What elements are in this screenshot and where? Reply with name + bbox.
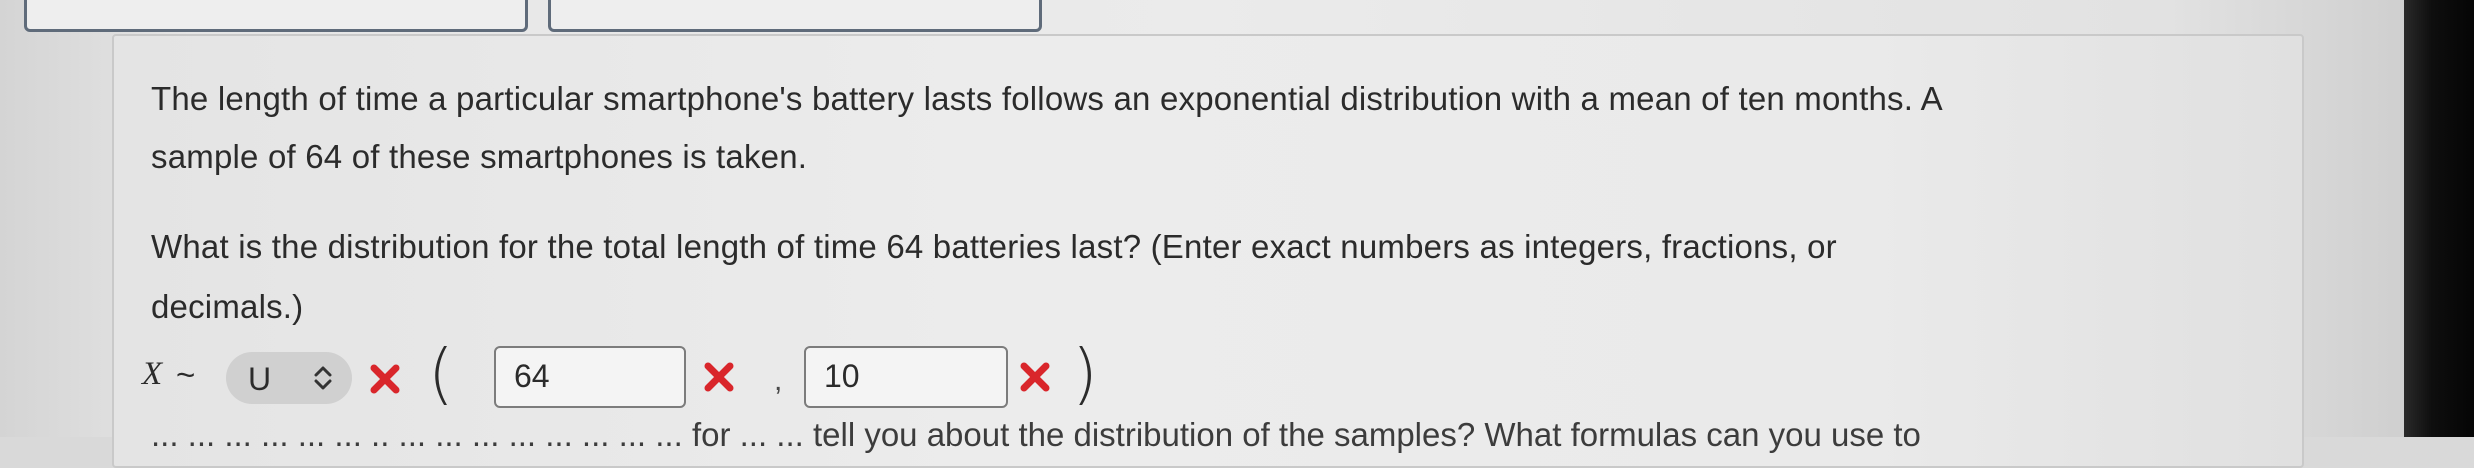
answer-row: X ~ U ( 64 , 10 ) — [142, 338, 1142, 410]
question-text-line: The length of time a particular smartpho… — [151, 80, 1943, 117]
incorrect-x-icon — [370, 364, 400, 394]
top-input-box-2[interactable] — [548, 0, 1042, 32]
question-text-line: sample of 64 of these smartphones is tak… — [151, 138, 808, 175]
parameter-1-value: 64 — [514, 358, 550, 394]
tilde-symbol: ~ — [176, 356, 196, 393]
comma-separator: , — [774, 364, 783, 397]
incorrect-x-icon — [704, 362, 734, 392]
up-down-chevron-icon — [314, 366, 332, 390]
question-text-line-cutoff: ... ... ... ... ... ... .. ... ... ... .… — [151, 416, 1921, 453]
incorrect-x-icon — [1020, 362, 1050, 392]
distribution-select[interactable]: U — [226, 352, 352, 404]
random-variable-label: X — [142, 356, 163, 392]
question-text-line: What is the distribution for the total l… — [151, 228, 1837, 265]
top-input-box-1[interactable] — [24, 0, 528, 32]
parameter-1-input[interactable]: 64 — [494, 346, 686, 408]
parameter-2-value: 10 — [824, 358, 860, 394]
parameter-2-input[interactable]: 10 — [804, 346, 1008, 408]
question-text-line: decimals.) — [151, 288, 304, 325]
open-paren: ( — [428, 335, 454, 412]
monitor-bezel — [2404, 0, 2474, 437]
distribution-select-value: U — [248, 361, 272, 397]
page-background: The length of time a particular smartpho… — [0, 0, 2408, 468]
close-paren: ) — [1072, 335, 1098, 412]
